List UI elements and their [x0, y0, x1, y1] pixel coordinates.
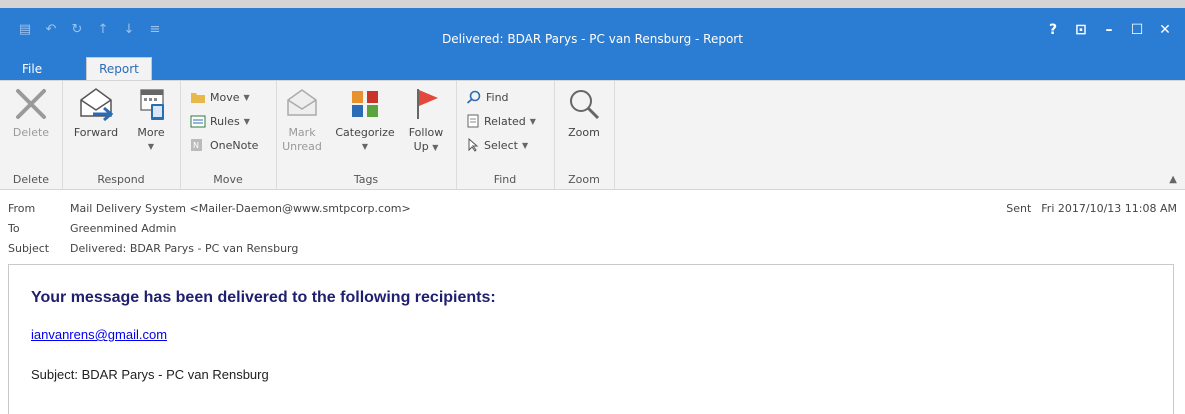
zoom-magnifier-icon	[560, 85, 608, 123]
close-button[interactable]: ✕	[1151, 20, 1179, 40]
find-magnifier-icon	[466, 90, 481, 104]
ribbon-tabs: File Report	[0, 54, 1185, 80]
categorize-button[interactable]: Categorize ▼	[332, 85, 398, 154]
to-label: To	[8, 222, 20, 235]
find-label: Find	[486, 90, 509, 104]
sent-value: Fri 2017/10/13 11:08 AM	[1041, 202, 1177, 215]
move-button[interactable]: Move ▼	[190, 87, 250, 107]
related-label: Related	[484, 114, 526, 128]
forward-envelope-icon	[70, 85, 122, 123]
related-dropdown-icon: ▼	[529, 116, 536, 126]
group-respond: Forward More ▼ Respond	[62, 81, 181, 189]
group-zoom-label: Zoom	[568, 173, 600, 186]
window-controls: ? ⊡ – ☐ ✕	[1039, 20, 1179, 40]
more-label: More	[137, 126, 165, 139]
categorize-icon	[332, 85, 398, 123]
maximize-button[interactable]: ☐	[1123, 20, 1151, 40]
follow-up-button[interactable]: Follow Up ▼	[402, 85, 450, 155]
recipient-link[interactable]: ianvanrens@gmail.com	[31, 327, 167, 342]
group-zoom: Zoom Zoom	[554, 81, 615, 189]
more-respond-button[interactable]: More ▼	[128, 85, 174, 154]
delete-x-icon	[6, 85, 56, 123]
title-bar: ▤ ↶ ↻ ↑ ↓ ≡ Delivered: BDAR Parys - PC v…	[0, 8, 1185, 54]
follow-up-label-2-text: Up	[413, 140, 429, 153]
related-document-icon	[467, 114, 479, 128]
delete-label: Delete	[12, 126, 50, 139]
delivery-heading: Your message has been delivered to the f…	[31, 289, 496, 306]
group-tags: Mark Unread Categorize ▼ Follow Up ▼ Tag…	[276, 81, 457, 189]
forward-button[interactable]: Forward	[70, 85, 122, 140]
select-cursor-icon	[468, 138, 479, 152]
to-row: To Greenmined Admin	[8, 222, 176, 235]
help-button[interactable]: ?	[1039, 20, 1067, 40]
group-find-label: Find	[493, 173, 517, 186]
group-move: Move ▼ Rules ▼ N OneNote Move	[180, 81, 277, 189]
svg-text:N: N	[193, 141, 199, 150]
move-dropdown-icon: ▼	[243, 92, 250, 102]
ribbon-display-button[interactable]: ⊡	[1067, 20, 1095, 40]
more-meeting-icon	[128, 85, 174, 123]
sent-label: Sent	[1006, 202, 1032, 215]
rules-icon	[190, 115, 206, 128]
tab-report[interactable]: Report	[86, 57, 152, 80]
select-label: Select	[484, 138, 518, 152]
sent-info: Sent Fri 2017/10/13 11:08 AM	[1006, 202, 1177, 215]
group-find: Find Related ▼ Select ▼ Find	[456, 81, 555, 189]
move-folder-icon	[191, 93, 205, 103]
move-label: Move	[210, 90, 240, 104]
from-label: From	[8, 202, 36, 215]
tab-file[interactable]: File	[22, 58, 42, 80]
follow-up-dropdown-icon: ▼	[432, 143, 439, 152]
ribbon: Delete Delete Forward More ▼ Respond Mov…	[0, 80, 1185, 190]
follow-up-label-2: Up ▼	[402, 140, 450, 155]
window-title: Delivered: BDAR Parys - PC van Rensburg …	[442, 32, 743, 46]
onenote-button[interactable]: N OneNote	[190, 135, 258, 155]
group-move-label: Move	[213, 173, 243, 186]
group-respond-label: Respond	[97, 173, 145, 186]
from-row: From Mail Delivery System <Mailer-Daemon…	[8, 202, 411, 215]
to-value[interactable]: Greenmined Admin	[70, 222, 176, 235]
onenote-label: OneNote	[210, 138, 259, 152]
select-dropdown-icon: ▼	[521, 140, 529, 150]
body-subject-line: Subject: BDAR Parys - PC van Rensburg	[31, 367, 269, 382]
subject-row: Subject Delivered: BDAR Parys - PC van R…	[8, 242, 298, 255]
find-button[interactable]: Find	[466, 87, 509, 107]
flag-icon	[402, 85, 450, 123]
mark-unread-icon	[282, 85, 322, 123]
group-tags-label: Tags	[353, 173, 379, 186]
from-value[interactable]: Mail Delivery System <Mailer-Daemon@www.…	[70, 202, 411, 215]
zoom-label: Zoom	[568, 126, 600, 139]
select-button[interactable]: Select ▼	[466, 135, 528, 155]
rules-button[interactable]: Rules ▼	[190, 111, 250, 131]
rules-dropdown-icon: ▼	[243, 116, 250, 126]
subject-label: Subject	[8, 242, 50, 255]
related-button[interactable]: Related ▼	[466, 111, 536, 131]
message-headers: From Mail Delivery System <Mailer-Daemon…	[0, 190, 1185, 260]
top-border	[0, 0, 1185, 8]
categorize-label: Categorize	[335, 126, 395, 139]
delete-button[interactable]: Delete	[6, 85, 56, 140]
group-delete-label: Delete	[12, 173, 50, 186]
onenote-icon: N	[191, 139, 202, 151]
more-dropdown-icon: ▼	[147, 142, 155, 151]
categorize-dropdown-icon: ▼	[361, 142, 369, 151]
follow-up-label-1: Follow	[408, 126, 444, 139]
zoom-button[interactable]: Zoom	[560, 85, 608, 140]
collapse-ribbon-icon[interactable]: ▲	[1169, 174, 1177, 185]
message-body: Your message has been delivered to the f…	[8, 264, 1174, 414]
mark-unread-label-2: Unread	[282, 140, 322, 153]
mark-unread-label-1: Mark	[288, 126, 316, 139]
group-delete: Delete Delete	[0, 81, 63, 189]
rules-label: Rules	[210, 114, 240, 128]
minimize-button[interactable]: –	[1095, 20, 1123, 40]
forward-label: Forward	[73, 126, 119, 139]
mark-unread-button[interactable]: Mark Unread	[282, 85, 322, 154]
subject-value: Delivered: BDAR Parys - PC van Rensburg	[70, 242, 299, 255]
